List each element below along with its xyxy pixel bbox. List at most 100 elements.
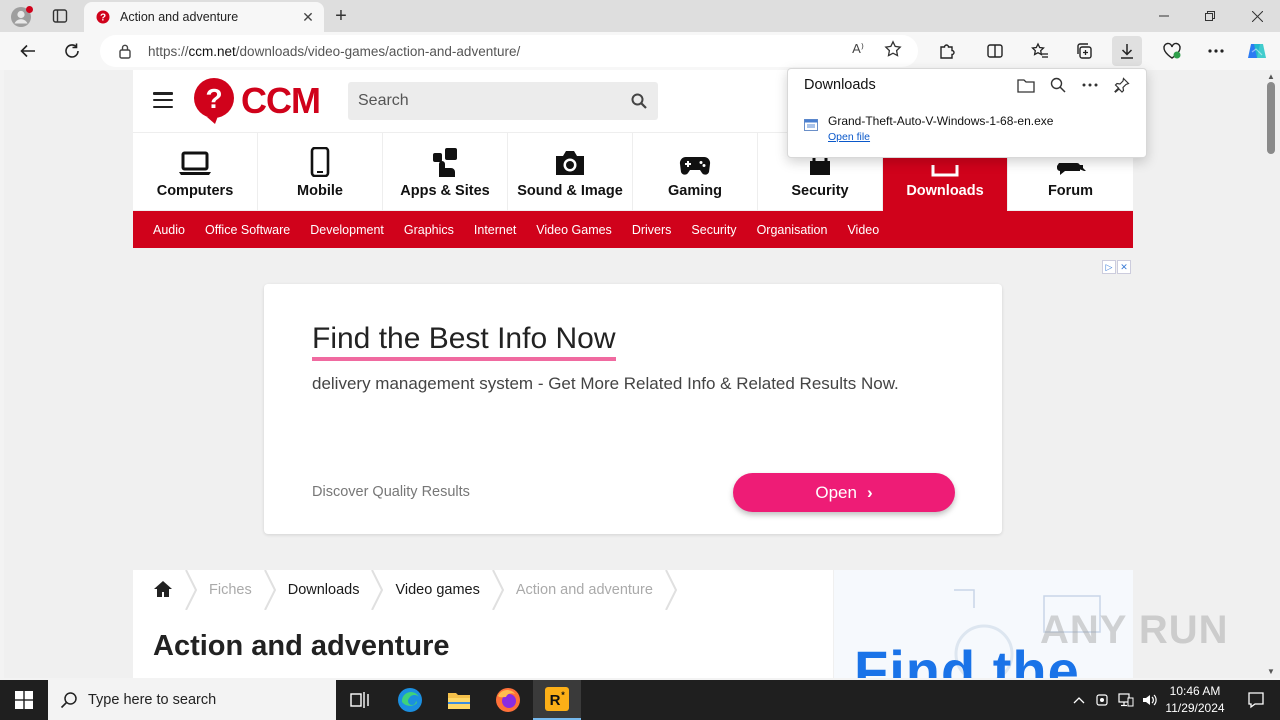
subnav-office-software[interactable]: Office Software (195, 223, 300, 237)
meet-now-icon[interactable] (1090, 693, 1114, 707)
site-search-input[interactable] (358, 92, 630, 110)
taskbar-search[interactable]: Type here to search (48, 680, 336, 720)
breadcrumb-video-games[interactable]: Video games (395, 570, 479, 610)
ad-choices[interactable]: ▷ ✕ (1101, 260, 1131, 274)
page-scrollbar[interactable]: ▲ ▼ (1262, 70, 1280, 678)
notification-center-button[interactable] (1232, 680, 1280, 720)
start-button[interactable] (0, 680, 48, 720)
taskbar-clock[interactable]: 10:46 AM 11/29/2024 (1160, 683, 1230, 717)
ccm-logo[interactable]: ? CCM (193, 76, 321, 126)
nav-item-mobile[interactable]: Mobile (258, 133, 383, 211)
profile-button[interactable] (8, 4, 34, 30)
ad-title[interactable]: Find the Best Info Now (312, 322, 616, 361)
downloads-panel: Downloads Grand-Theft-Auto-V-Windows-1-6… (787, 68, 1147, 158)
restore-button[interactable] (1187, 0, 1233, 32)
ad-area: ▷ ✕ Find the Best Info Now delivery mana… (133, 258, 1133, 570)
subnav-security[interactable]: Security (681, 223, 746, 237)
search-downloads-icon[interactable] (1046, 75, 1070, 95)
breadcrumb-separator (491, 570, 504, 610)
back-button[interactable] (13, 36, 43, 66)
read-aloud-icon[interactable]: A⁾ (852, 41, 864, 57)
taskbar-file-explorer[interactable] (435, 680, 483, 720)
breadcrumb-fiches[interactable]: Fiches (209, 570, 252, 610)
download-file-name[interactable]: Grand-Theft-Auto-V-Windows-1-68-en.exe (828, 114, 1053, 128)
split-screen-button[interactable] (980, 36, 1010, 66)
scrollbar-thumb[interactable] (1267, 82, 1275, 154)
heart-pulse-icon (1163, 42, 1181, 59)
download-item[interactable]: Grand-Theft-Auto-V-Windows-1-68-en.exe O… (804, 113, 1053, 143)
url-text[interactable]: https://ccm.net/downloads/video-games/ac… (148, 44, 520, 59)
ad-footer: Discover Quality Results (312, 484, 470, 500)
ad-open-button[interactable]: Open › (733, 473, 955, 512)
scroll-down-icon[interactable]: ▼ (1267, 667, 1275, 676)
nav-item-computers[interactable]: Computers (133, 133, 258, 211)
clock-time: 10:46 AM (1169, 684, 1221, 698)
new-tab-button[interactable]: + (330, 5, 352, 27)
taskbar-edge[interactable] (386, 680, 434, 720)
browser-essentials-button[interactable] (1157, 36, 1187, 66)
taskbar-rockstar-launcher[interactable]: R * (533, 680, 581, 720)
collections-button[interactable] (1069, 36, 1099, 66)
browser-tab-active[interactable]: ? Action and adventure ✕ (84, 2, 324, 32)
site-search[interactable] (348, 82, 658, 120)
gamepad-icon (679, 156, 711, 175)
ad-description: delivery management system - Get More Re… (312, 374, 899, 393)
volume-icon[interactable] (1138, 693, 1162, 707)
favorites-button[interactable] (1025, 36, 1055, 66)
extensions-button[interactable] (932, 36, 962, 66)
address-bar[interactable]: https://ccm.net/downloads/video-games/ac… (100, 35, 918, 67)
svg-text:?: ? (205, 83, 222, 114)
ad-card[interactable]: Find the Best Info Now delivery manageme… (264, 284, 1002, 534)
collections-icon (1077, 43, 1092, 59)
restore-icon (1205, 11, 1215, 21)
nav-item-sound-image[interactable]: Sound & Image (508, 133, 633, 211)
downloads-button[interactable] (1112, 36, 1142, 66)
nav-item-apps-sites[interactable]: Apps & Sites (383, 133, 508, 211)
subnav-development[interactable]: Development (300, 223, 394, 237)
favorite-star-icon[interactable] (884, 40, 902, 61)
ad-choices-icon[interactable]: ▷ (1102, 260, 1116, 274)
phone-icon (310, 147, 330, 177)
task-view-icon (350, 692, 369, 708)
taskbar-firefox[interactable] (484, 680, 532, 720)
home-icon[interactable] (153, 580, 173, 601)
subnav-graphics[interactable]: Graphics (394, 223, 464, 237)
subnav-video-games[interactable]: Video Games (526, 223, 622, 237)
minimize-icon (1159, 15, 1169, 17)
download-icon (1121, 44, 1133, 59)
tab-title: Action and adventure (120, 10, 239, 24)
main-content: Fiches Downloads Video games Action and … (133, 570, 833, 678)
more-options-icon[interactable] (1078, 75, 1102, 95)
lock-icon[interactable] (118, 43, 134, 59)
laptop-icon (179, 151, 211, 175)
subnav-video[interactable]: Video (837, 223, 889, 237)
scroll-up-icon[interactable]: ▲ (1267, 72, 1275, 81)
breadcrumb-downloads[interactable]: Downloads (288, 570, 360, 610)
minimize-button[interactable] (1141, 0, 1187, 32)
clock-date: 11/29/2024 (1165, 701, 1225, 715)
nav-item-gaming[interactable]: Gaming (633, 133, 758, 211)
browser-toolbar: https://ccm.net/downloads/video-games/ac… (0, 32, 1280, 70)
open-file-link[interactable]: Open file (828, 131, 1053, 143)
subnav-internet[interactable]: Internet (464, 223, 526, 237)
network-icon[interactable] (1114, 693, 1138, 707)
tab-actions-button[interactable] (48, 6, 72, 26)
task-view-button[interactable] (336, 680, 384, 720)
tab-strip: ? Action and adventure ✕ + (0, 0, 1280, 32)
tray-overflow-icon[interactable] (1068, 696, 1090, 704)
refresh-button[interactable] (57, 36, 87, 66)
close-window-button[interactable] (1234, 0, 1280, 32)
tab-close-icon[interactable]: ✕ (300, 9, 316, 25)
pin-icon[interactable] (1110, 75, 1134, 95)
open-folder-icon[interactable] (1014, 75, 1038, 95)
subnav-audio[interactable]: Audio (143, 223, 195, 237)
hamburger-menu-icon[interactable] (153, 92, 173, 108)
settings-menu-button[interactable] (1201, 36, 1231, 66)
subnav-organisation[interactable]: Organisation (747, 223, 838, 237)
favorites-icon (1031, 42, 1048, 58)
search-icon[interactable] (630, 92, 648, 110)
subnav-drivers[interactable]: Drivers (622, 223, 682, 237)
logo-text: CCM (241, 80, 321, 121)
copilot-button[interactable] (1242, 36, 1272, 66)
ad-close-icon[interactable]: ✕ (1117, 260, 1131, 274)
